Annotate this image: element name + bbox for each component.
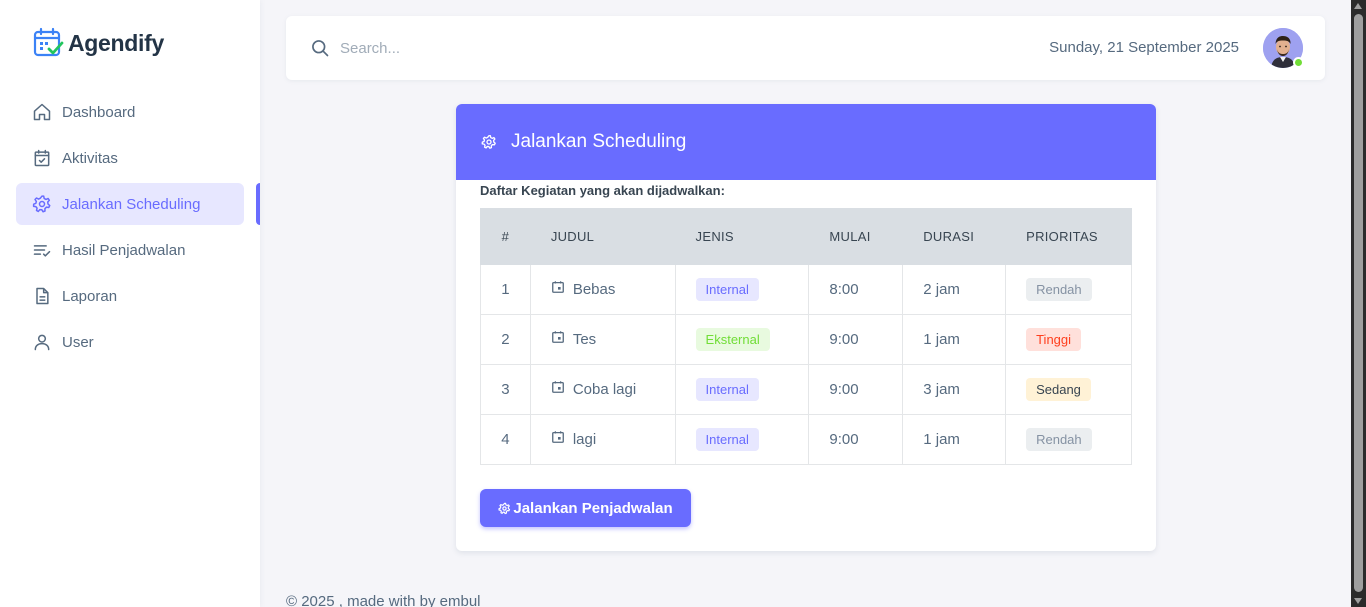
row-jenis: Internal bbox=[674, 264, 810, 315]
sidebar-item-user[interactable]: User bbox=[16, 321, 244, 363]
judul-text: Bebas bbox=[572, 281, 616, 298]
row-durasi: 1 jam bbox=[902, 314, 1007, 365]
table-row: 1 Bebas Internal 8:00 2 jam Rendah bbox=[480, 264, 1132, 315]
row-number: 2 bbox=[480, 314, 531, 365]
row-judul: Tes bbox=[529, 314, 676, 365]
calendar-event-icon bbox=[551, 330, 564, 343]
activities-table: # JUDUL JENIS MULAI DURASI PRIORITAS 1 B… bbox=[480, 208, 1132, 465]
calendar-event-icon bbox=[551, 280, 564, 293]
page-scrollbar[interactable] bbox=[1351, 0, 1366, 607]
sidebar-item-label: Hasil Penjadwalan bbox=[62, 241, 186, 259]
row-prioritas: Tinggi bbox=[1005, 314, 1132, 365]
active-indicator bbox=[256, 183, 260, 225]
sidebar-item-label: User bbox=[62, 333, 94, 351]
table-row: 2 Tes Eksternal 9:00 1 jam Tinggi bbox=[480, 314, 1132, 365]
scroll-down-arrow-icon[interactable] bbox=[1354, 598, 1362, 604]
row-number: 3 bbox=[480, 364, 531, 415]
sidebar-item-aktivitas[interactable]: Aktivitas bbox=[16, 137, 244, 179]
sidebar-item-label: Aktivitas bbox=[62, 149, 118, 167]
jenis-badge: Internal bbox=[695, 428, 759, 451]
column-header-jenis: JENIS bbox=[674, 208, 810, 265]
user-icon bbox=[34, 334, 50, 351]
sidebar: Agendify Dashboard Aktivitas Jalankan Sc… bbox=[0, 0, 260, 607]
table-row: 3 Coba lagi Internal 9:00 3 jam Sedang bbox=[480, 364, 1132, 415]
column-header-judul: JUDUL bbox=[529, 208, 676, 265]
sidebar-item-label: Dashboard bbox=[62, 103, 136, 121]
prioritas-badge: Sedang bbox=[1026, 378, 1091, 401]
jenis-badge: Internal bbox=[695, 278, 759, 301]
scheduling-card: Jalankan Scheduling Daftar Kegiatan yang… bbox=[456, 104, 1156, 551]
row-prioritas: Sedang bbox=[1005, 364, 1132, 415]
online-status-dot bbox=[1293, 57, 1304, 68]
table-header-row: # JUDUL JENIS MULAI DURASI PRIORITAS bbox=[480, 208, 1132, 265]
sidebar-item-label: Jalankan Scheduling bbox=[62, 195, 201, 213]
row-jenis: Internal bbox=[674, 364, 810, 415]
row-jenis: Eksternal bbox=[674, 314, 810, 365]
judul-text: Tes bbox=[572, 331, 597, 348]
card-subtitle: Daftar Kegiatan yang akan dijadwalkan: bbox=[480, 183, 725, 198]
footer-text: © 2025 , made with by embul bbox=[286, 593, 481, 607]
row-prioritas: Rendah bbox=[1005, 264, 1132, 315]
file-icon bbox=[36, 287, 49, 305]
list-check-icon bbox=[33, 245, 51, 257]
row-jenis: Internal bbox=[674, 414, 810, 465]
row-judul: Bebas bbox=[529, 264, 676, 315]
row-number: 4 bbox=[480, 414, 531, 465]
column-header-durasi: DURASI bbox=[902, 208, 1007, 265]
scroll-up-arrow-icon[interactable] bbox=[1354, 3, 1362, 9]
top-navbar: Sunday, 21 September 2025 bbox=[286, 16, 1325, 80]
row-durasi: 3 jam bbox=[902, 364, 1007, 415]
jenis-badge: Eksternal bbox=[695, 328, 770, 351]
card-title: Jalankan Scheduling bbox=[511, 131, 687, 152]
run-scheduling-label: Jalankan Penjadwalan bbox=[513, 499, 673, 517]
brand-logo[interactable]: Agendify bbox=[32, 26, 164, 60]
brand-name: Agendify bbox=[68, 29, 164, 56]
row-durasi: 2 jam bbox=[902, 264, 1007, 315]
row-durasi: 1 jam bbox=[902, 414, 1007, 465]
gear-icon bbox=[481, 135, 496, 149]
prioritas-badge: Rendah bbox=[1026, 428, 1092, 451]
sidebar-item-laporan[interactable]: Laporan bbox=[16, 275, 244, 317]
card-header: Jalankan Scheduling bbox=[456, 104, 1156, 180]
row-mulai: 9:00 bbox=[808, 364, 904, 415]
row-mulai: 9:00 bbox=[808, 314, 904, 365]
sidebar-menu: Dashboard Aktivitas Jalankan Scheduling … bbox=[16, 91, 244, 367]
row-judul: lagi bbox=[529, 414, 676, 465]
search-input[interactable] bbox=[340, 34, 740, 62]
gear-icon bbox=[498, 502, 511, 514]
calendar-event-icon bbox=[551, 430, 564, 443]
row-mulai: 9:00 bbox=[808, 414, 904, 465]
home-icon bbox=[33, 103, 51, 121]
row-prioritas: Rendah bbox=[1005, 414, 1132, 465]
row-mulai: 8:00 bbox=[808, 264, 904, 315]
column-header-number: # bbox=[480, 208, 531, 265]
sidebar-item-jalankan-scheduling[interactable]: Jalankan Scheduling bbox=[16, 183, 244, 225]
row-judul: Coba lagi bbox=[529, 364, 676, 415]
scroll-thumb[interactable] bbox=[1354, 14, 1363, 592]
avatar[interactable] bbox=[1263, 28, 1304, 68]
sidebar-item-hasil-penjadwalan[interactable]: Hasil Penjadwalan bbox=[16, 229, 244, 271]
current-date: Sunday, 21 September 2025 bbox=[1049, 39, 1239, 56]
prioritas-badge: Tinggi bbox=[1026, 328, 1082, 351]
calendar-check-icon bbox=[34, 149, 50, 167]
jenis-badge: Internal bbox=[695, 378, 759, 401]
table-row: 4 lagi Internal 9:00 1 jam Rendah bbox=[480, 414, 1132, 465]
sidebar-item-label: Laporan bbox=[62, 287, 118, 305]
sidebar-item-dashboard[interactable]: Dashboard bbox=[16, 91, 244, 133]
judul-text: Coba lagi bbox=[572, 381, 637, 398]
calendar-logo-icon bbox=[33, 27, 64, 57]
judul-text: lagi bbox=[572, 431, 597, 448]
row-number: 1 bbox=[480, 264, 531, 315]
search-icon bbox=[312, 40, 329, 57]
column-header-prioritas: PRIORITAS bbox=[1005, 208, 1132, 265]
calendar-event-icon bbox=[551, 380, 564, 393]
run-scheduling-button[interactable]: Jalankan Penjadwalan bbox=[480, 489, 691, 527]
gear-icon bbox=[32, 195, 51, 213]
column-header-mulai: MULAI bbox=[808, 208, 904, 265]
prioritas-badge: Rendah bbox=[1026, 278, 1092, 301]
